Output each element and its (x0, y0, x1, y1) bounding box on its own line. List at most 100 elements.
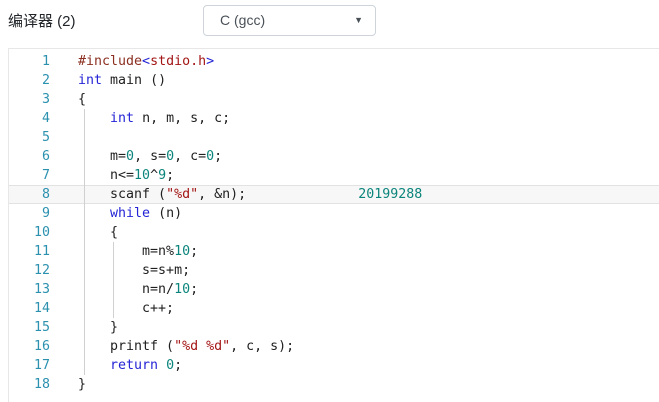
line-number: 1 (41, 54, 50, 69)
code-token-pl: ^ (150, 168, 159, 183)
code-token-pl: ; (190, 244, 199, 259)
code-line[interactable]: 7 n<=10^9; (9, 166, 659, 185)
code-line[interactable]: 18} (9, 375, 659, 394)
code-text: return 0; (78, 358, 182, 373)
code-line[interactable]: 3{ (9, 90, 659, 109)
code-text: n=n/10; (78, 282, 198, 297)
code-token-pl: printf ( (78, 339, 175, 354)
code-line[interactable]: 17 return 0; (9, 356, 659, 375)
code-token-pl: main () (102, 73, 167, 88)
line-number: 17 (33, 358, 50, 373)
line-number: 10 (33, 225, 50, 240)
code-token-kw: < (142, 54, 151, 69)
code-token-pl: } (78, 377, 87, 392)
code-text: c++; (78, 301, 174, 316)
code-token-str: stdio.h (150, 54, 207, 69)
code-token-pl: , c= (174, 149, 207, 164)
code-text: #include<stdio.h> (78, 54, 214, 69)
compiler-select-value: C (gcc) (220, 12, 266, 28)
code-line[interactable]: 13 n=n/10; (9, 280, 659, 299)
line-number: 12 (33, 263, 50, 278)
code-token-pl: scanf ( (78, 187, 167, 202)
code-token-pl: n, m, s, c; (134, 111, 231, 126)
code-token-pl: , c, s); (230, 339, 295, 354)
code-text: scanf ("%d", &n); 20199288 (78, 187, 422, 202)
code-text: while (n) (78, 206, 182, 221)
code-token-num: 10 (174, 244, 191, 259)
line-number: 5 (41, 130, 50, 145)
code-token-pl: ; (190, 282, 199, 297)
code-text: s=s+m; (78, 263, 190, 278)
code-text: } (78, 377, 86, 392)
code-token-kw: int (110, 111, 135, 126)
line-number: 15 (33, 320, 50, 335)
indent-guide (113, 242, 114, 318)
code-token-pl: ; (174, 358, 183, 373)
code-token-kw: int (78, 73, 103, 88)
code-line[interactable]: 6 m=0, s=0, c=0; (9, 147, 659, 166)
code-text: m=0, s=0, c=0; (78, 149, 222, 164)
line-number: 9 (41, 206, 50, 221)
code-token-pl: ; (214, 149, 223, 164)
line-number: 4 (41, 111, 50, 126)
code-token-pl: m=n% (78, 244, 175, 259)
code-token-pl: c++; (78, 301, 175, 316)
code-token-pl: { (78, 92, 87, 107)
code-line[interactable]: 9 while (n) (9, 204, 659, 223)
code-line[interactable]: 4 int n, m, s, c; (9, 109, 659, 128)
code-line[interactable]: 1 #include<stdio.h> (9, 52, 659, 71)
line-number: 18 (33, 377, 50, 392)
code-line-highlighted[interactable]: 8 scanf ("%d", &n); 20199288 (9, 185, 659, 204)
code-token-num: 9 (158, 168, 167, 183)
code-text: n<=10^9; (78, 168, 174, 183)
code-token-pp: #include (78, 54, 143, 69)
compiler-label: 编译器 (2) (8, 13, 76, 30)
code-token-kw: return (110, 358, 159, 373)
code-token-str: "%d" (166, 187, 199, 202)
line-number: 6 (41, 149, 50, 164)
code-token-num: 0 (166, 358, 175, 373)
code-line[interactable]: 15 } (9, 318, 659, 337)
code-token-kw: while (110, 206, 151, 221)
code-text: { (78, 92, 86, 107)
line-number: 11 (33, 244, 50, 259)
code-line[interactable]: 5 (9, 128, 659, 147)
compiler-select[interactable]: C (gcc) ▼ (203, 5, 376, 36)
code-token-pl: n<= (78, 168, 135, 183)
code-line[interactable]: 10 { (9, 223, 659, 242)
code-token-pl: n=n/ (78, 282, 175, 297)
code-lines: 1 #include<stdio.h> 2 int main () 3{4 int n,… (9, 49, 659, 394)
code-text: int n, m, s, c; (78, 111, 230, 126)
code-token-pl: (n) (150, 206, 183, 221)
code-token-pl: ; (166, 168, 175, 183)
compiler-header: 编译器 (2) C (gcc) ▼ (0, 0, 659, 48)
code-text: int main () (78, 73, 166, 88)
code-line[interactable]: 2 int main () (9, 71, 659, 90)
code-line[interactable]: 11 m=n%10; (9, 242, 659, 261)
code-token-pl: s=s+m; (78, 263, 191, 278)
code-token-pl: , s= (134, 149, 167, 164)
code-token-kw: > (206, 54, 215, 69)
line-number: 2 (41, 73, 50, 88)
code-text: printf ("%d %d", c, s); (78, 339, 294, 354)
code-token-pl: , &n); (198, 187, 247, 202)
code-token-str: "%d %d" (174, 339, 231, 354)
code-token-num: 0 (166, 149, 175, 164)
code-editor[interactable]: 1 #include<stdio.h> 2 int main () 3{4 int n,… (8, 48, 659, 402)
line-number: 8 (41, 187, 50, 202)
code-token-num: 0 (126, 149, 135, 164)
chevron-down-icon: ▼ (354, 15, 363, 25)
code-token-num: 10 (174, 282, 191, 297)
code-token-num: 0 (206, 149, 215, 164)
code-line[interactable]: 14 c++; (9, 299, 659, 318)
code-token-num: 10 (134, 168, 151, 183)
line-number: 14 (33, 301, 50, 316)
code-line[interactable]: 16 printf ("%d %d", c, s); (9, 337, 659, 356)
code-token-pl: m= (78, 149, 127, 164)
code-line[interactable]: 12 s=s+m; (9, 261, 659, 280)
